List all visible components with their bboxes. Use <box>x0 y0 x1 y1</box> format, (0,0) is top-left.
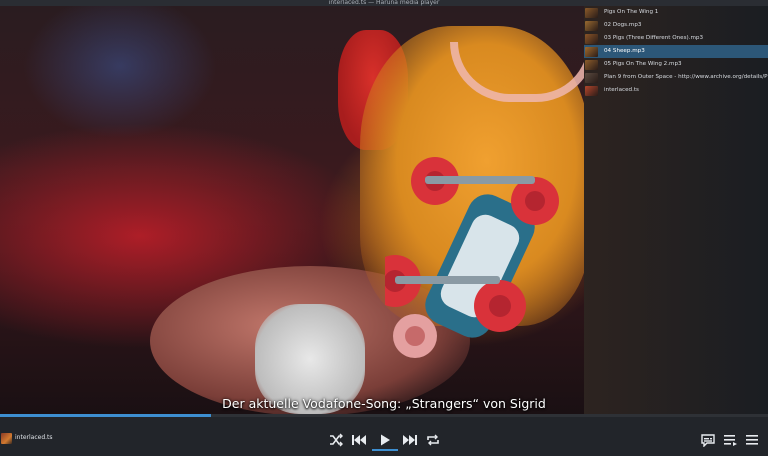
playlist-item[interactable]: 03 Pigs (Three Different Ones).mp3 <box>584 32 768 45</box>
playlist-panel: Pigs On The Wing 1 02 Dogs.mp3 03 Pigs (Th… <box>584 6 768 414</box>
playlist-item-thumbnail <box>585 59 598 70</box>
subtitles-icon <box>701 433 715 447</box>
previous-button[interactable] <box>350 431 368 449</box>
now-playing-title: interlaced.ts <box>15 434 53 441</box>
play-button-indicator <box>372 449 398 451</box>
repeat-icon <box>427 434 439 446</box>
playlist-item[interactable]: 02 Dogs.mp3 <box>584 19 768 32</box>
play-icon <box>381 434 390 446</box>
playlist-item-thumbnail <box>585 72 598 83</box>
playlist-item-thumbnail <box>585 20 598 31</box>
media-player-window: interlaced.ts — Haruna media player Der … <box>0 0 768 456</box>
video-surface[interactable] <box>0 6 584 414</box>
next-icon <box>403 435 417 445</box>
play-button[interactable] <box>376 431 394 449</box>
now-playing-thumbnail <box>1 433 12 444</box>
playlist-item[interactable]: Plan 9 from Outer Space - http://www.arc… <box>584 71 768 84</box>
playlist-toggle-button[interactable] <box>721 431 739 449</box>
next-button[interactable] <box>401 431 419 449</box>
playlist-item-thumbnail <box>585 7 598 18</box>
playlist-item[interactable]: 04 Sheep.mp3 <box>584 45 768 58</box>
previous-icon <box>352 435 366 445</box>
playlist-item[interactable]: interlaced.ts <box>584 84 768 97</box>
main-menu-button[interactable] <box>743 431 761 449</box>
playlist-item-title: 03 Pigs (Three Different Ones).mp3 <box>604 35 704 41</box>
shuffle-icon <box>330 433 343 447</box>
playlist-icon <box>723 435 737 446</box>
playlist-item-thumbnail <box>585 33 598 44</box>
shuffle-button[interactable] <box>327 431 345 449</box>
subtitles-button[interactable] <box>699 431 717 449</box>
menu-icon <box>746 435 758 445</box>
video-frame-roller-skate <box>385 157 559 358</box>
playlist-item-thumbnail <box>585 46 598 57</box>
repeat-button[interactable] <box>424 431 442 449</box>
playlist-item-thumbnail <box>585 85 598 96</box>
playlist-item-title: Pigs On The Wing 1 <box>604 9 659 15</box>
playlist-item[interactable]: 05 Pigs On The Wing 2.mp3 <box>584 58 768 71</box>
playlist-item-title: 05 Pigs On The Wing 2.mp3 <box>604 61 682 67</box>
playlist-item-title: 02 Dogs.mp3 <box>604 22 642 28</box>
playlist-item-title: Plan 9 from Outer Space - http://www.arc… <box>604 74 768 80</box>
playlist-item-title: 04 Sheep.mp3 <box>604 48 645 54</box>
playlist-item[interactable]: Pigs On The Wing 1 <box>584 6 768 19</box>
playlist-item-title: interlaced.ts <box>604 87 639 93</box>
